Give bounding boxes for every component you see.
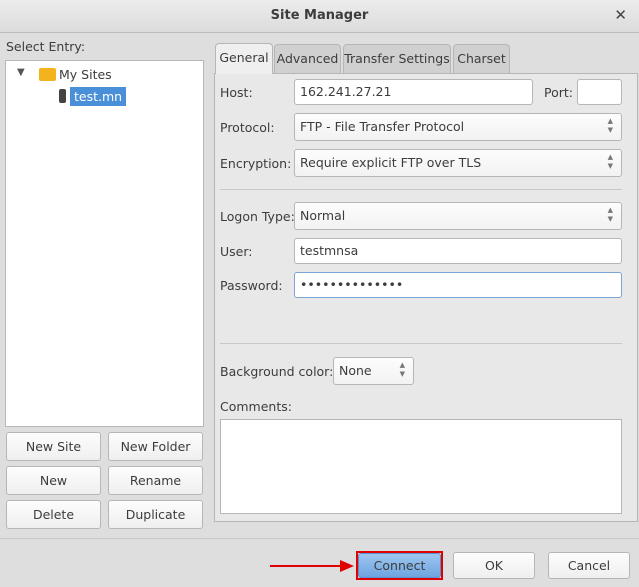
tree-folder-my-sites[interactable]: My Sites — [59, 67, 112, 82]
cancel-button[interactable]: Cancel — [548, 552, 630, 579]
password-label: Password: — [220, 278, 283, 293]
new-bookmark-button[interactable]: New Bookmark — [6, 466, 101, 516]
encryption-select[interactable]: Require explicit FTP over TLS ▲ ▼ — [294, 149, 622, 177]
expand-triangle-icon[interactable]: ▼ — [17, 67, 25, 78]
logon-type-label: Logon Type: — [220, 209, 295, 224]
encryption-label: Encryption: — [220, 156, 292, 171]
rename-button[interactable]: Rename — [108, 466, 203, 495]
new-folder-button[interactable]: New Folder — [108, 432, 203, 461]
protocol-select[interactable]: FTP - File Transfer Protocol ▲ ▼ — [294, 113, 622, 141]
protocol-label: Protocol: — [220, 120, 275, 135]
host-label: Host: — [220, 85, 253, 100]
port-input[interactable] — [577, 79, 622, 105]
close-icon[interactable]: ✕ — [614, 6, 627, 24]
tab-charset[interactable]: Charset — [453, 44, 510, 73]
duplicate-button[interactable]: Duplicate — [108, 500, 203, 529]
background-color-label: Background color: — [220, 364, 334, 379]
ok-button[interactable]: OK — [453, 552, 535, 579]
tab-transfer-settings[interactable]: Transfer Settings — [343, 44, 451, 73]
site-tree[interactable]: ▼ My Sites test.mn — [5, 60, 204, 427]
updown-arrow-icon: ▲ ▼ — [607, 153, 613, 170]
password-input[interactable]: •••••••••••••• — [294, 272, 622, 298]
comments-textarea[interactable] — [220, 419, 622, 514]
server-icon — [59, 89, 66, 103]
protocol-value: FTP - File Transfer Protocol — [300, 119, 465, 134]
annotation-arrowhead-icon — [340, 560, 354, 572]
logon-type-select[interactable]: Normal ▲ ▼ — [294, 202, 622, 230]
background-color-value: None — [339, 363, 372, 378]
user-input[interactable]: testmnsa — [294, 238, 622, 264]
new-site-button[interactable]: New Site — [6, 432, 101, 461]
host-input[interactable]: 162.241.27.21 — [294, 79, 533, 105]
tab-advanced[interactable]: Advanced — [274, 44, 341, 73]
comments-label: Comments: — [220, 399, 292, 414]
updown-arrow-icon: ▲ ▼ — [607, 206, 613, 223]
select-entry-label: Select Entry: — [6, 39, 86, 54]
logon-type-value: Normal — [300, 208, 346, 223]
tree-site-test-mn[interactable]: test.mn — [70, 87, 127, 106]
updown-arrow-icon: ▲ ▼ — [607, 117, 613, 134]
connect-button[interactable]: Connect — [358, 553, 441, 578]
user-label: User: — [220, 244, 253, 259]
footer-divider — [0, 538, 639, 539]
background-color-select[interactable]: None ▲ ▼ — [333, 357, 414, 385]
port-label: Port: — [544, 85, 573, 100]
delete-button[interactable]: Delete — [6, 500, 101, 529]
divider — [220, 189, 622, 190]
divider — [220, 343, 622, 344]
annotation-arrow — [270, 565, 350, 567]
window-title: Site Manager — [270, 8, 369, 23]
updown-arrow-icon: ▲ ▼ — [399, 361, 405, 378]
folder-icon — [39, 68, 56, 81]
tab-general[interactable]: General — [215, 43, 273, 74]
encryption-value: Require explicit FTP over TLS — [300, 155, 482, 170]
